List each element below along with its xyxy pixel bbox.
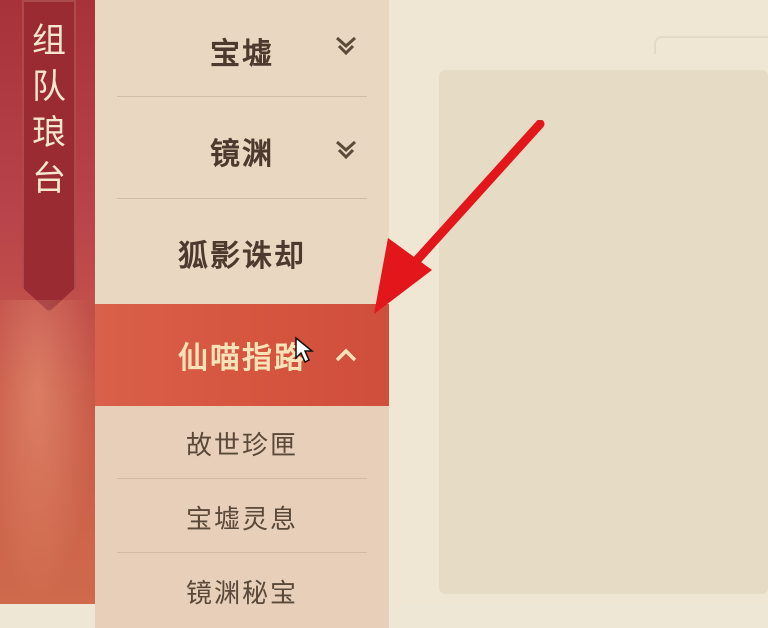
menu-item-huying[interactable]: 狐影诛却 (95, 202, 389, 304)
divider (117, 552, 367, 553)
mouse-cursor-icon (295, 336, 315, 364)
banner-title: 组 队 琅 台 (32, 21, 66, 199)
submenu-item[interactable]: 镜渊秘宝 (95, 554, 389, 628)
divider (117, 478, 367, 479)
submenu-item[interactable]: 故世珍匣 (95, 406, 389, 480)
double-chevron-down-icon[interactable] (333, 136, 359, 162)
red-arrow-annotation (374, 120, 545, 314)
menu-item-jingyuan[interactable]: 镜渊 (95, 100, 389, 202)
divider (117, 96, 367, 97)
top-frame (654, 36, 768, 54)
submenu-item[interactable]: 宝墟灵息 (95, 480, 389, 554)
chevron-up-icon[interactable] (333, 342, 359, 368)
side-banner: 组 队 琅 台 (0, 0, 95, 604)
menu-item-baoxu[interactable]: 宝墟 (95, 0, 389, 102)
divider (117, 198, 367, 199)
menu-item-xianmiao[interactable]: 仙喵指路 (95, 304, 389, 406)
menu-item-label: 狐影诛却 (178, 239, 306, 274)
category-menu: 宝墟 镜渊 狐影诛却 仙喵指路 故世珍匣 宝墟灵息 镜渊秘宝 (95, 0, 389, 628)
double-chevron-down-icon[interactable] (333, 32, 359, 58)
